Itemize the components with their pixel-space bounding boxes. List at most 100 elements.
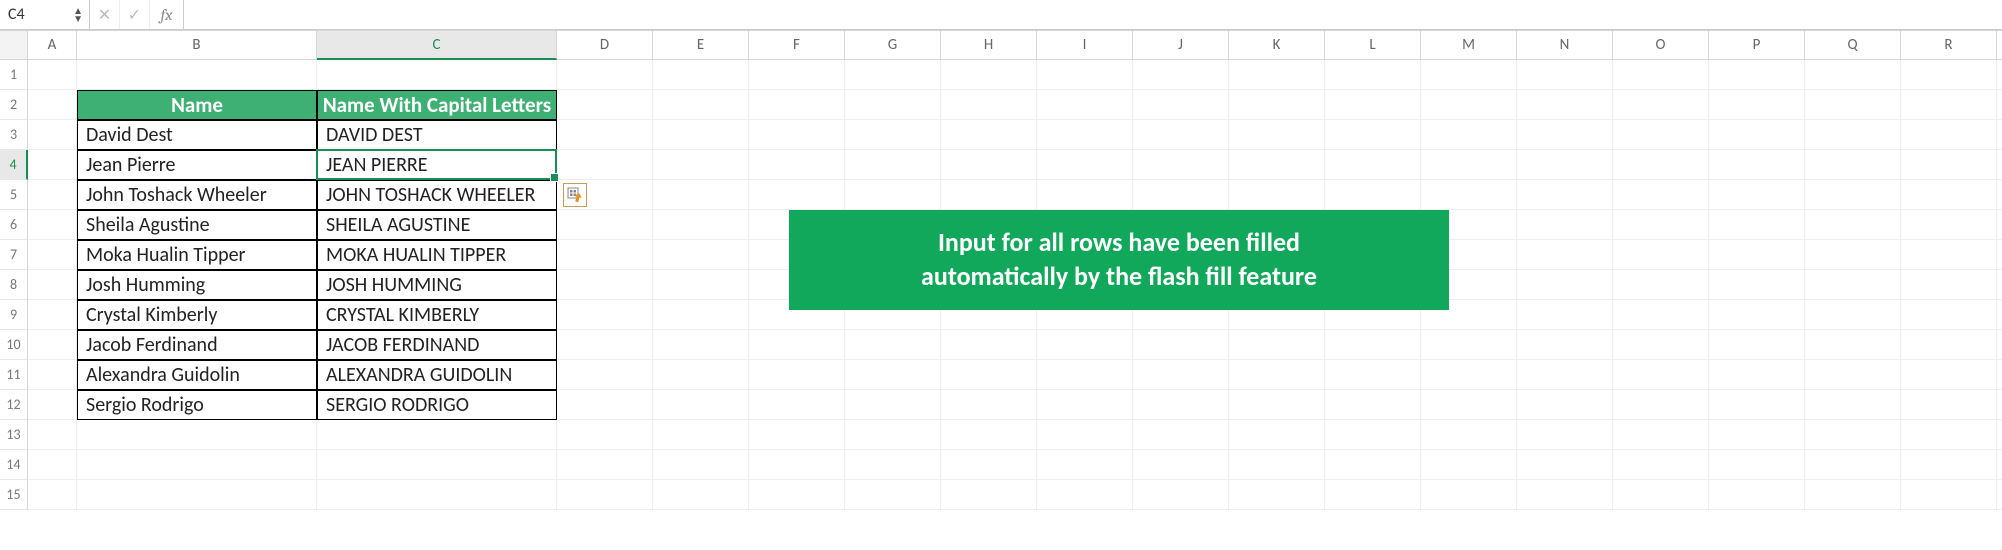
cell-P15[interactable] xyxy=(1709,480,1805,510)
cell-M3[interactable] xyxy=(1421,120,1517,150)
cell-L5[interactable] xyxy=(1325,180,1421,210)
cell-C13[interactable] xyxy=(317,420,557,450)
cell-C6[interactable]: SHEILA AGUSTINE xyxy=(317,210,557,240)
cell-R7[interactable] xyxy=(1901,240,1997,270)
cell-D14[interactable] xyxy=(557,450,653,480)
select-all-corner[interactable] xyxy=(0,30,28,60)
cell-E5[interactable] xyxy=(653,180,749,210)
cell-C11[interactable]: ALEXANDRA GUIDOLIN xyxy=(317,360,557,390)
cell-O3[interactable] xyxy=(1613,120,1709,150)
column-header-J[interactable]: J xyxy=(1133,30,1229,60)
row-header-14[interactable]: 14 xyxy=(0,450,28,480)
cell-L1[interactable] xyxy=(1325,60,1421,90)
cell-C5[interactable]: JOHN TOSHACK WHEELER xyxy=(317,180,557,210)
cell-J11[interactable] xyxy=(1133,360,1229,390)
cell-L14[interactable] xyxy=(1325,450,1421,480)
cell-B2[interactable]: Name xyxy=(77,90,317,120)
column-header-F[interactable]: F xyxy=(749,30,845,60)
row-header-9[interactable]: 9 xyxy=(0,300,28,330)
cell-R10[interactable] xyxy=(1901,330,1997,360)
cell-J4[interactable] xyxy=(1133,150,1229,180)
cell-L11[interactable] xyxy=(1325,360,1421,390)
cell-A5[interactable] xyxy=(28,180,77,210)
formula-cancel-button[interactable]: ✕ xyxy=(90,0,120,29)
cell-C8[interactable]: JOSH HUMMING xyxy=(317,270,557,300)
cell-L2[interactable] xyxy=(1325,90,1421,120)
cell-R6[interactable] xyxy=(1901,210,1997,240)
cell-G10[interactable] xyxy=(845,330,941,360)
cell-P12[interactable] xyxy=(1709,390,1805,420)
cell-O6[interactable] xyxy=(1613,210,1709,240)
cell-D4[interactable] xyxy=(557,150,653,180)
cell-G14[interactable] xyxy=(845,450,941,480)
cell-L10[interactable] xyxy=(1325,330,1421,360)
cell-E9[interactable] xyxy=(653,300,749,330)
cell-Q8[interactable] xyxy=(1805,270,1901,300)
cell-D15[interactable] xyxy=(557,480,653,510)
cell-O8[interactable] xyxy=(1613,270,1709,300)
column-header-B[interactable]: B xyxy=(77,30,317,60)
cell-Q1[interactable] xyxy=(1805,60,1901,90)
column-header-N[interactable]: N xyxy=(1517,30,1613,60)
cell-B12[interactable]: Sergio Rodrigo xyxy=(77,390,317,420)
cell-P11[interactable] xyxy=(1709,360,1805,390)
cell-P1[interactable] xyxy=(1709,60,1805,90)
column-header-R[interactable]: R xyxy=(1901,30,1997,60)
cell-I3[interactable] xyxy=(1037,120,1133,150)
cell-M4[interactable] xyxy=(1421,150,1517,180)
column-header-M[interactable]: M xyxy=(1421,30,1517,60)
cell-M10[interactable] xyxy=(1421,330,1517,360)
cell-A7[interactable] xyxy=(28,240,77,270)
cell-P10[interactable] xyxy=(1709,330,1805,360)
cell-H10[interactable] xyxy=(941,330,1037,360)
row-header-7[interactable]: 7 xyxy=(0,240,28,270)
cell-I14[interactable] xyxy=(1037,450,1133,480)
cell-Q4[interactable] xyxy=(1805,150,1901,180)
cell-E13[interactable] xyxy=(653,420,749,450)
cell-G4[interactable] xyxy=(845,150,941,180)
cell-K5[interactable] xyxy=(1229,180,1325,210)
cell-H2[interactable] xyxy=(941,90,1037,120)
cell-E7[interactable] xyxy=(653,240,749,270)
cell-M1[interactable] xyxy=(1421,60,1517,90)
cell-L13[interactable] xyxy=(1325,420,1421,450)
cell-F10[interactable] xyxy=(749,330,845,360)
cell-G13[interactable] xyxy=(845,420,941,450)
cell-C10[interactable]: JACOB FERDINAND xyxy=(317,330,557,360)
cell-L3[interactable] xyxy=(1325,120,1421,150)
cell-I1[interactable] xyxy=(1037,60,1133,90)
cell-G15[interactable] xyxy=(845,480,941,510)
cell-O5[interactable] xyxy=(1613,180,1709,210)
cell-J10[interactable] xyxy=(1133,330,1229,360)
cell-P7[interactable] xyxy=(1709,240,1805,270)
cell-P13[interactable] xyxy=(1709,420,1805,450)
cell-R14[interactable] xyxy=(1901,450,1997,480)
cell-E10[interactable] xyxy=(653,330,749,360)
cell-N14[interactable] xyxy=(1517,450,1613,480)
cell-Q3[interactable] xyxy=(1805,120,1901,150)
cell-F3[interactable] xyxy=(749,120,845,150)
cell-O1[interactable] xyxy=(1613,60,1709,90)
cell-C14[interactable] xyxy=(317,450,557,480)
cell-B3[interactable]: David Dest xyxy=(77,120,317,150)
cell-E1[interactable] xyxy=(653,60,749,90)
cell-J15[interactable] xyxy=(1133,480,1229,510)
column-header-A[interactable]: A xyxy=(28,30,77,60)
cell-R4[interactable] xyxy=(1901,150,1997,180)
cell-I4[interactable] xyxy=(1037,150,1133,180)
cell-M5[interactable] xyxy=(1421,180,1517,210)
cell-K10[interactable] xyxy=(1229,330,1325,360)
cell-B4[interactable]: Jean Pierre xyxy=(77,150,317,180)
cell-F15[interactable] xyxy=(749,480,845,510)
cell-R5[interactable] xyxy=(1901,180,1997,210)
cell-L15[interactable] xyxy=(1325,480,1421,510)
cell-F1[interactable] xyxy=(749,60,845,90)
cell-K13[interactable] xyxy=(1229,420,1325,450)
cell-L4[interactable] xyxy=(1325,150,1421,180)
row-header-8[interactable]: 8 xyxy=(0,270,28,300)
cell-Q12[interactable] xyxy=(1805,390,1901,420)
formula-enter-button[interactable]: ✓ xyxy=(120,0,150,29)
cell-N7[interactable] xyxy=(1517,240,1613,270)
cell-E3[interactable] xyxy=(653,120,749,150)
row-header-11[interactable]: 11 xyxy=(0,360,28,390)
